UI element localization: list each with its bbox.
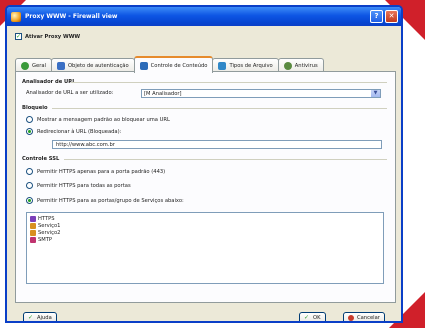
window-title: Proxy WWW - Firewall view (25, 13, 118, 20)
enable-proxy-row[interactable]: ✓ Ativar Proxy WWW (15, 33, 80, 40)
redirect-url-input[interactable]: http://www.abc.com.br (52, 140, 382, 149)
ssl-option1-label: Permitir HTTPS apenas para a porta padrã… (37, 168, 166, 175)
blocking-option2-label: Redirecionar à URL (Bloqueada): (37, 128, 122, 135)
radio-ssl-default-port[interactable] (26, 168, 33, 175)
tab-label: Controle de Conteúdo (150, 62, 208, 69)
cancel-icon (348, 315, 354, 321)
section-divider (71, 82, 387, 83)
help-button[interactable]: ✓ Ajuda (23, 312, 57, 321)
ssl-option-all-ports[interactable]: Permitir HTTPS para todas as portas (26, 182, 131, 189)
list-item[interactable]: Serviço1 (30, 222, 380, 229)
url-analyzer-value: [M Analisador] (144, 90, 182, 97)
tab-geral[interactable]: Geral (15, 58, 52, 72)
ssl-option3-label: Permitir HTTPS para as portas/grupo de S… (37, 197, 184, 204)
blocking-option1-label: Mostrar a mensagem padrão ao bloquear um… (37, 116, 170, 123)
tab-objeto-autenticacao[interactable]: Objeto de autenticação (50, 58, 135, 72)
section-divider (52, 108, 387, 109)
file-types-icon (218, 61, 227, 70)
content-control-panel: Analisador de URL Analisador de URL a se… (15, 71, 396, 303)
service-group-icon (30, 215, 36, 222)
funnel-icon (139, 61, 148, 70)
cancel-button[interactable]: Cancelar (343, 312, 385, 321)
tab-controle-conteudo[interactable]: Controle de Conteúdo (133, 56, 214, 73)
ssl-option-service-ports[interactable]: Permitir HTTPS para as portas/grupo de S… (26, 197, 184, 204)
url-analyzer-section-title: Analisador de URL (22, 79, 76, 85)
ssl-section-title: Controle SSL (22, 156, 60, 162)
ssl-services-list[interactable]: HTTPS Serviço1 Serviço2 SMTP (26, 212, 384, 284)
radio-default-message[interactable] (26, 116, 33, 123)
users-icon (56, 61, 65, 70)
check-icon: ✓ (304, 314, 310, 321)
enable-proxy-label: Ativar Proxy WWW (25, 33, 81, 40)
title-bar[interactable]: Proxy WWW - Firewall view ? ✕ (7, 7, 401, 26)
dialog-window: Proxy WWW - Firewall view ? ✕ ✓ Ativar P… (5, 5, 403, 323)
cancel-button-label: Cancelar (357, 315, 380, 321)
tab-antivirus[interactable]: Antivirus (277, 58, 324, 72)
service-label: SMTP (38, 236, 53, 243)
tab-label: Geral (32, 62, 46, 69)
url-analyzer-label: Analisador de URL a ser utilizado: (26, 90, 114, 96)
tab-tipos-arquivo[interactable]: Tipos de Arquivo (212, 58, 279, 72)
redirect-url-value: http://www.abc.com.br (56, 141, 115, 148)
blocking-option-default[interactable]: Mostrar a mensagem padrão ao bloquear um… (26, 116, 170, 123)
section-divider (64, 159, 387, 160)
url-analyzer-select[interactable]: [M Analisador] ▼ (141, 89, 381, 98)
enable-proxy-checkbox[interactable]: ✓ (15, 33, 22, 40)
blocking-section-title: Bloqueio (22, 105, 48, 111)
service-icon (30, 229, 36, 236)
list-item[interactable]: HTTPS (30, 215, 380, 222)
help-button-label: Ajuda (37, 315, 52, 321)
check-icon: ✓ (28, 314, 34, 321)
close-window-button[interactable]: ✕ (385, 10, 398, 23)
antivirus-icon (283, 61, 292, 70)
globe-icon (21, 61, 29, 70)
tab-bar: Geral Objeto de autenticação Controle de… (15, 56, 324, 73)
ssl-option-default-port[interactable]: Permitir HTTPS apenas para a porta padrã… (26, 168, 165, 175)
service-icon (30, 222, 36, 229)
radio-ssl-service-ports[interactable] (26, 197, 33, 204)
ok-button-label: OK (313, 315, 321, 321)
service-label: Serviço1 (38, 222, 61, 229)
chevron-down-icon[interactable]: ▼ (371, 90, 380, 97)
tab-label: Objeto de autenticação (67, 62, 129, 69)
app-icon (11, 11, 21, 22)
tab-label: Antivirus (294, 62, 318, 69)
blocking-option-redirect[interactable]: Redirecionar à URL (Bloqueada): (26, 128, 121, 135)
url-analyzer-row: Analisador de URL a ser utilizado: (26, 90, 113, 96)
help-window-button[interactable]: ? (370, 10, 383, 23)
radio-ssl-all-ports[interactable] (26, 182, 33, 189)
ok-button[interactable]: ✓ OK (299, 312, 326, 321)
ssl-option2-label: Permitir HTTPS para todas as portas (37, 182, 131, 189)
service-label: HTTPS (38, 215, 55, 222)
list-item[interactable]: Serviço2 (30, 229, 380, 236)
tab-label: Tipos de Arquivo (229, 62, 273, 69)
service-label: Serviço2 (38, 229, 61, 236)
radio-redirect[interactable] (26, 128, 33, 135)
list-item[interactable]: SMTP (30, 236, 380, 243)
service-group-icon (30, 236, 36, 243)
